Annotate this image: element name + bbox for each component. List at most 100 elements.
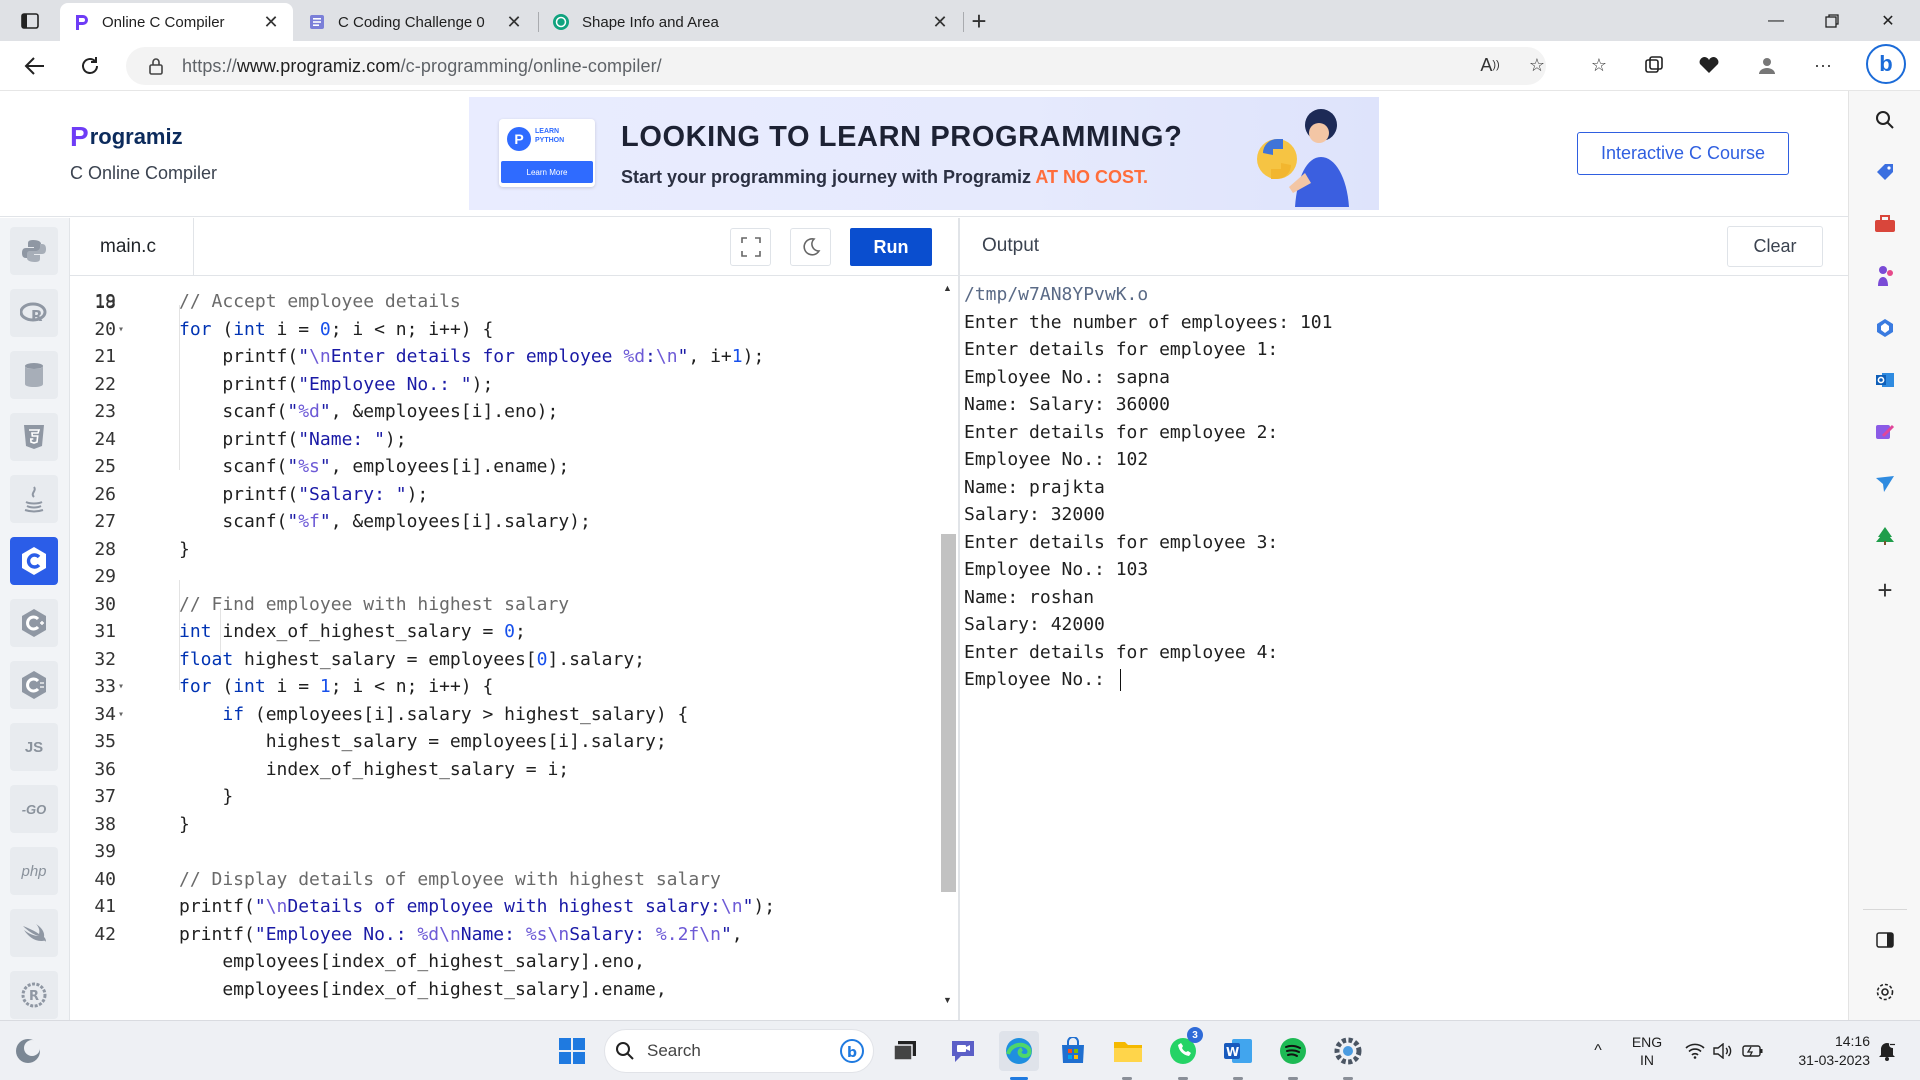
code-text: for (int i = 1; i < n; i++) { <box>179 676 494 697</box>
programiz-logo[interactable]: Programiz <box>70 121 183 153</box>
add-favorite-icon[interactable]: ☆ <box>1520 48 1554 82</box>
code-editor[interactable]: 18 19// Accept employee details 20 ▾ for (i… <box>70 277 958 1020</box>
csharp-icon[interactable] <box>10 661 58 709</box>
output-console[interactable]: /tmp/w7AN8YPvwK.o Enter the number of emp… <box>964 277 1844 1017</box>
browser-tab-online-c-compiler[interactable]: Online C Compiler ✕ <box>60 3 293 41</box>
scroll-up-icon[interactable]: ▲ <box>943 283 952 293</box>
lock-icon[interactable] <box>146 57 166 75</box>
collections-icon[interactable] <box>1637 48 1671 82</box>
code-text: scanf("%s", employees[i].ename); <box>179 456 570 477</box>
show-hidden-icons-icon[interactable]: ^ <box>1583 1021 1613 1080</box>
minimize-icon[interactable]: — <box>1748 0 1804 41</box>
run-button[interactable]: Run <box>850 228 932 266</box>
windows-start-icon[interactable] <box>552 1031 592 1071</box>
pane-divider[interactable] <box>958 218 960 1020</box>
browser-tab-c-coding-challenge[interactable]: C Coding Challenge 0 ✕ <box>296 3 536 41</box>
battery-icon[interactable] <box>1738 1021 1768 1080</box>
code-line: 36 index_of_highest_salary = i; <box>70 756 940 784</box>
refresh-icon[interactable] <box>73 50 107 82</box>
input-language-indicator[interactable]: ENG IN <box>1625 1021 1669 1080</box>
browser-tab-shape-info[interactable]: Shape Info and Area ✕ <box>540 3 962 41</box>
scroll-down-icon[interactable]: ▼ <box>943 995 952 1005</box>
cpp-icon[interactable] <box>10 599 58 647</box>
microsoft-365-icon[interactable] <box>1870 313 1900 343</box>
code-line: 27 scanf("%f", &employees[i].salary); <box>70 508 940 536</box>
volume-icon[interactable] <box>1708 1021 1738 1080</box>
go-icon[interactable]: -GO <box>10 785 58 833</box>
code-text: printf("\nEnter details for employee %d:… <box>179 346 765 367</box>
php-icon[interactable]: php <box>10 847 58 895</box>
spotify-icon[interactable] <box>1273 1031 1313 1071</box>
browser-essentials-icon[interactable] <box>1692 48 1726 82</box>
restore-icon[interactable] <box>1804 0 1860 41</box>
games-icon[interactable] <box>1870 261 1900 291</box>
favorites-icon[interactable]: ☆ <box>1582 48 1616 82</box>
taskbar-search[interactable]: Search b <box>604 1029 874 1073</box>
tab-actions-button[interactable] <box>14 8 46 34</box>
close-window-icon[interactable]: ✕ <box>1860 0 1916 41</box>
code-line: employees[index_of_highest_salary].ename… <box>70 976 940 1004</box>
fold-arrow-icon[interactable]: ▾ <box>118 673 124 701</box>
line-number: 21 <box>94 346 116 367</box>
interactive-c-course-button[interactable]: Interactive C Course <box>1577 132 1789 175</box>
send-icon[interactable] <box>1870 469 1900 499</box>
close-tab-icon[interactable]: ✕ <box>261 12 281 32</box>
code-text: printf("Employee No.: "); <box>179 373 494 395</box>
profile-icon[interactable] <box>1750 48 1784 82</box>
read-aloud-icon[interactable]: A)) <box>1473 48 1507 82</box>
back-icon[interactable] <box>18 50 52 82</box>
javascript-icon[interactable]: JS <box>10 723 58 771</box>
svg-text:R: R <box>31 307 43 324</box>
code-line: 41 printf("\nDetails of employee with hig… <box>70 893 940 921</box>
java-icon[interactable] <box>10 475 58 523</box>
wifi-icon[interactable] <box>1680 1021 1710 1080</box>
svg-text:W: W <box>1226 1045 1239 1059</box>
bing-copilot-icon[interactable]: b <box>1866 44 1906 84</box>
code-line: 39 <box>70 838 940 866</box>
html5-icon[interactable] <box>10 413 58 461</box>
hide-sidebar-icon[interactable] <box>1870 925 1900 955</box>
close-tab-icon[interactable]: ✕ <box>930 12 950 32</box>
fullscreen-button[interactable] <box>730 228 771 266</box>
outlook-icon[interactable] <box>1870 365 1900 395</box>
new-tab-icon[interactable]: + <box>965 6 993 36</box>
advertisement-banner[interactable]: P LEARN PYTHON Learn More LOOKING TO LEA… <box>469 97 1379 210</box>
shopping-tag-icon[interactable] <box>1870 157 1900 187</box>
file-explorer-icon[interactable] <box>1108 1031 1148 1071</box>
word-icon[interactable]: W <box>1218 1031 1258 1071</box>
c-icon[interactable] <box>10 537 58 585</box>
swift-icon[interactable] <box>10 909 58 957</box>
output-line: Name: roshan <box>964 584 1094 612</box>
editor-scroll-thumb[interactable] <box>941 534 956 892</box>
database-icon[interactable] <box>10 351 58 399</box>
microsoft-store-icon[interactable] <box>1053 1031 1093 1071</box>
notifications-icon[interactable] <box>1872 1021 1902 1080</box>
fold-arrow-icon[interactable]: ▾ <box>118 316 124 344</box>
settings-icon[interactable] <box>1870 977 1900 1007</box>
task-view-icon[interactable] <box>885 1031 925 1071</box>
line-number: 38 <box>94 813 116 835</box>
clear-button[interactable]: Clear <box>1727 226 1823 267</box>
whatsapp-icon[interactable]: 3 <box>1163 1027 1203 1071</box>
r-icon[interactable]: R <box>10 289 58 337</box>
python-icon[interactable] <box>10 227 58 275</box>
designer-icon[interactable] <box>1870 417 1900 447</box>
file-tab-main-c[interactable]: main.c <box>70 218 194 276</box>
tree-icon[interactable] <box>1870 521 1900 551</box>
settings-app-icon[interactable] <box>1328 1031 1368 1071</box>
teams-chat-icon[interactable] <box>943 1031 983 1071</box>
add-sidebar-app-icon[interactable]: + <box>1870 575 1900 605</box>
address-bar[interactable]: https://www.programiz.com/c-programming/… <box>126 47 1546 85</box>
rust-icon[interactable]: R <box>10 971 58 1019</box>
edge-browser-icon[interactable] <box>999 1031 1039 1071</box>
dark-mode-button[interactable] <box>790 228 831 266</box>
fold-arrow-icon[interactable]: ▾ <box>118 701 124 729</box>
weather-widget-icon[interactable] <box>8 1031 48 1071</box>
clock[interactable]: 14:16 31-03-2023 <box>1778 1021 1870 1080</box>
search-icon[interactable] <box>1870 105 1900 135</box>
close-tab-icon[interactable]: ✕ <box>504 12 524 32</box>
learn-more-button[interactable]: Learn More <box>501 161 593 183</box>
more-options-icon[interactable]: ··· <box>1806 48 1840 82</box>
tools-icon[interactable] <box>1870 209 1900 239</box>
url-text[interactable]: https://www.programiz.com/c-programming/… <box>182 56 662 77</box>
